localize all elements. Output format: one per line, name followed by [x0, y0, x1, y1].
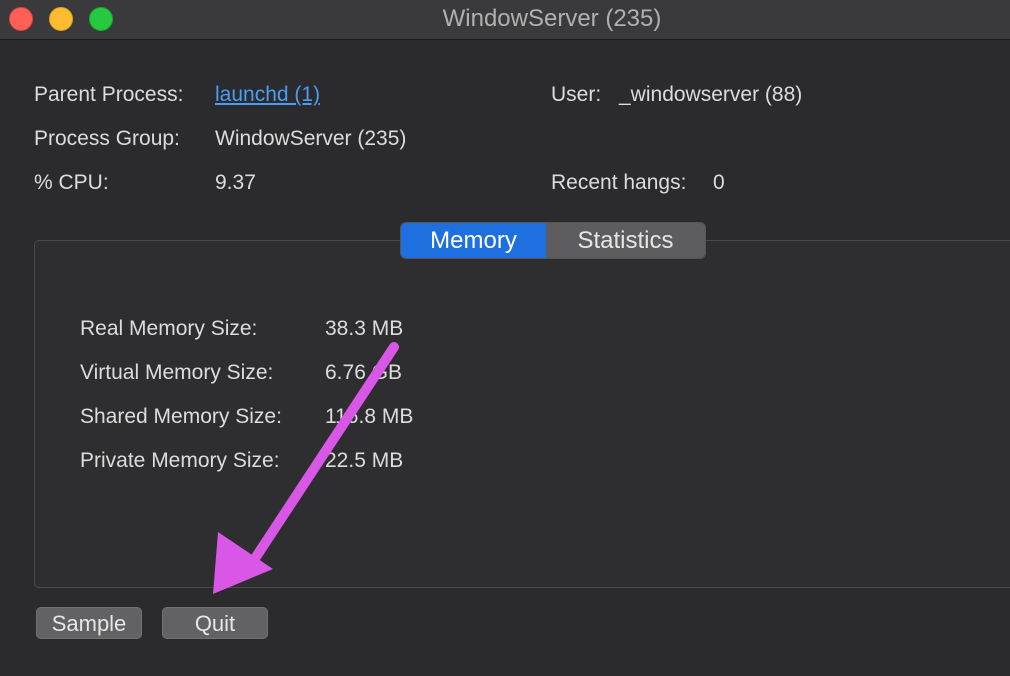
- user-value: _windowserver (88): [619, 83, 803, 106]
- sample-button[interactable]: Sample: [36, 607, 142, 639]
- activity-monitor-inspector-window: WindowServer (235) Parent Process: launc…: [0, 0, 1010, 676]
- real-memory-value: 38.3 MB: [325, 317, 404, 340]
- title-bar[interactable]: WindowServer (235): [0, 0, 1010, 40]
- recent-hangs-value: 0: [713, 171, 725, 194]
- private-memory-value: 22.5 MB: [325, 449, 404, 472]
- real-memory-label: Real Memory Size:: [80, 317, 258, 340]
- quit-button[interactable]: Quit: [162, 607, 268, 639]
- recent-hangs-label: Recent hangs:: [551, 171, 687, 194]
- virtual-memory-label: Virtual Memory Size:: [80, 361, 274, 384]
- parent-process-link[interactable]: launchd (1): [215, 81, 320, 109]
- process-group-value: WindowServer (235): [215, 127, 407, 150]
- cpu-label: % CPU:: [34, 171, 109, 194]
- tab-memory[interactable]: Memory: [401, 223, 546, 258]
- process-group-label: Process Group:: [34, 127, 180, 150]
- cpu-value: 9.37: [215, 171, 256, 194]
- shared-memory-value: 116.8 MB: [325, 405, 414, 428]
- minimize-window-button[interactable]: [49, 7, 73, 31]
- window-title: WindowServer (235): [442, 5, 662, 32]
- close-window-button[interactable]: [9, 7, 33, 31]
- shared-memory-label: Shared Memory Size:: [80, 405, 282, 428]
- private-memory-label: Private Memory Size:: [80, 449, 280, 472]
- virtual-memory-value: 6.76 GB: [325, 361, 403, 384]
- parent-process-label: Parent Process:: [34, 83, 184, 106]
- zoom-window-button[interactable]: [89, 7, 113, 31]
- tab-segmented-control: Memory Statistics: [400, 222, 706, 259]
- user-label: User:: [551, 83, 602, 106]
- tab-statistics[interactable]: Statistics: [546, 223, 705, 258]
